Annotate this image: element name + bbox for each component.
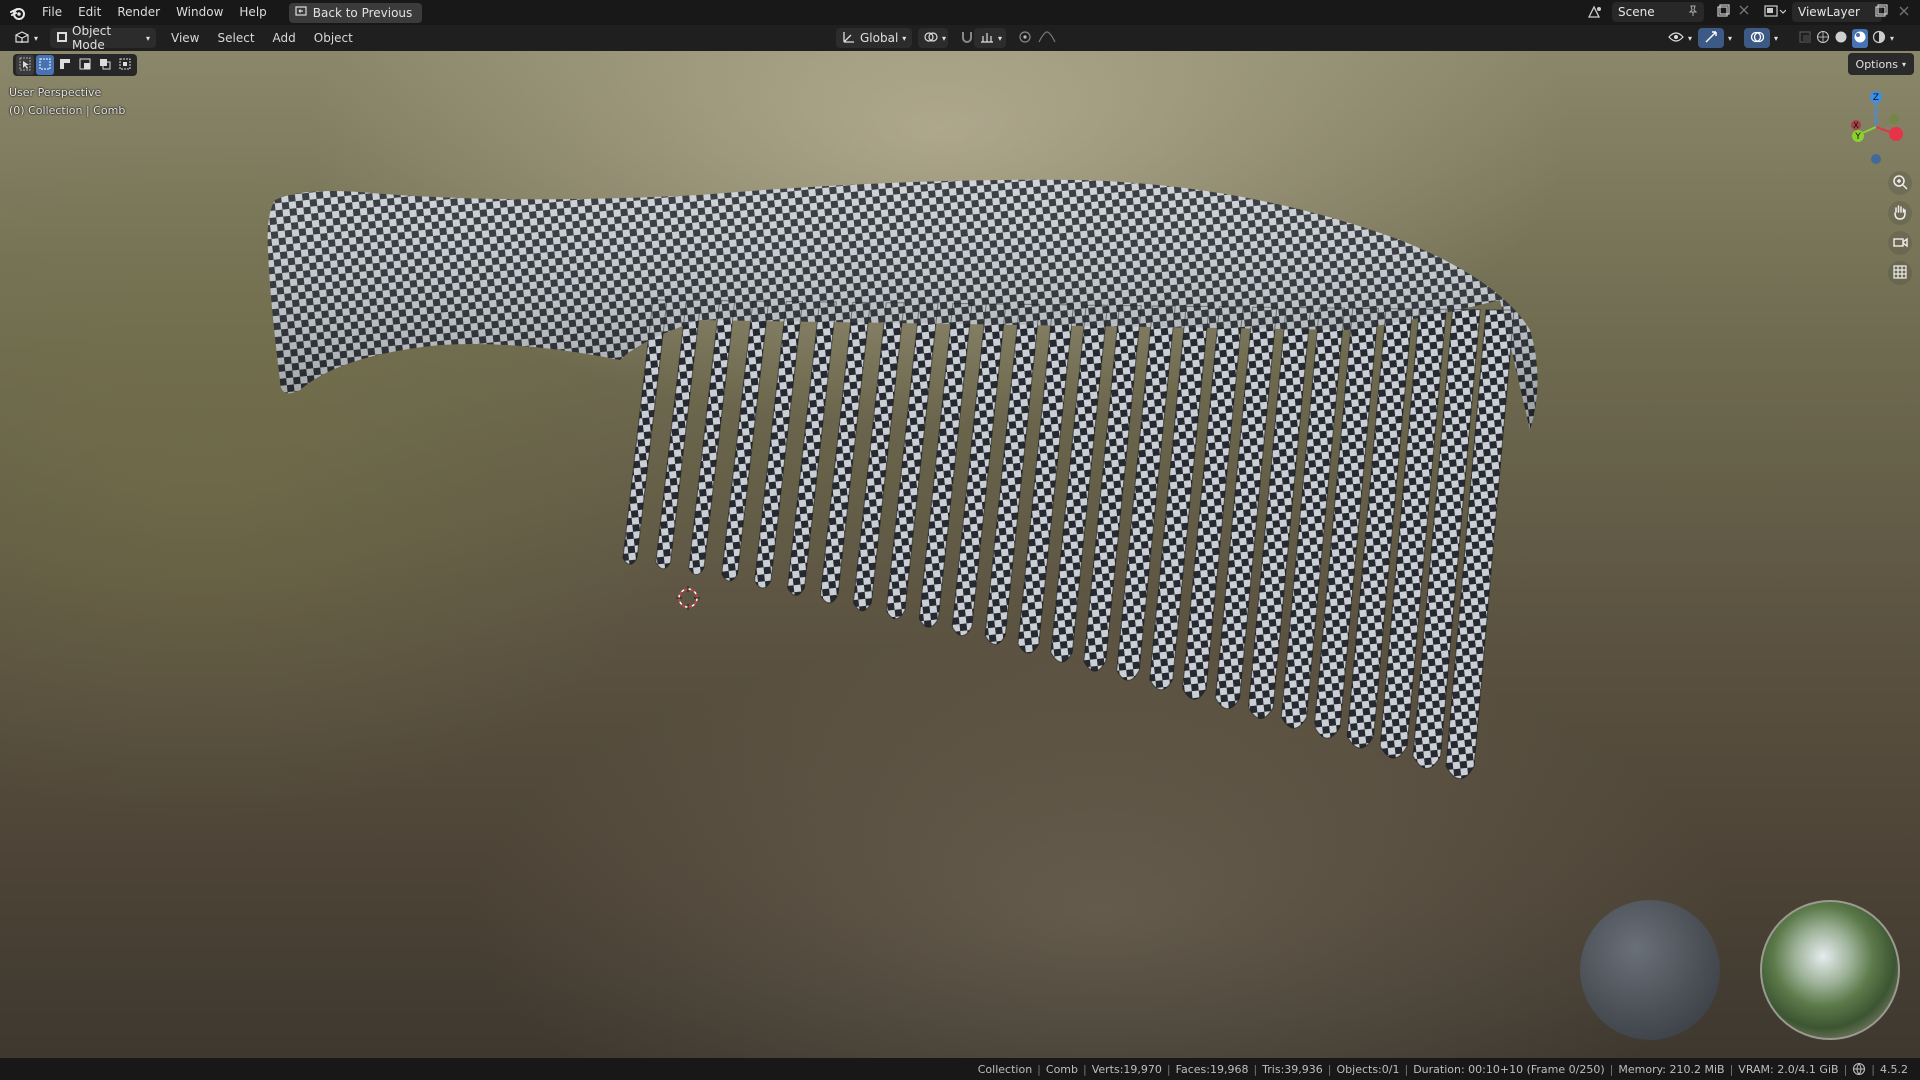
menu-render[interactable]: Render [109, 0, 168, 25]
status-object: Comb [1045, 1062, 1078, 1076]
status-vram: VRAM: 2.0/4.1 GiB [1738, 1062, 1839, 1076]
chevron-down-icon: ▾ [902, 33, 907, 43]
status-duration: Duration: 00:10+10 (Frame 0/250) [1413, 1062, 1605, 1076]
chevron-down-icon: ▾ [1728, 33, 1733, 43]
view-layer-selector[interactable]: ViewLayer [1792, 2, 1882, 22]
viewport-header: ▾ Object Mode ▾ View Select Add Object G… [0, 24, 1920, 52]
eye-icon [1668, 31, 1684, 46]
transform-orientation-dropdown[interactable]: Global ▾ [836, 28, 912, 48]
delete-scene-icon[interactable] [1738, 4, 1750, 19]
new-scene-icon[interactable] [1716, 4, 1730, 21]
back-to-previous-label: Back to Previous [312, 5, 413, 20]
status-separator: | [1166, 1062, 1171, 1076]
chevron-down-icon: ▾ [1688, 33, 1693, 43]
chevron-down-icon: ▾ [942, 33, 947, 43]
status-separator: | [1253, 1062, 1258, 1076]
snap-increment-icon [980, 31, 994, 46]
top-menu-bar: File Edit Render Window Help Back to Pre… [0, 0, 1920, 25]
menu-help[interactable]: Help [231, 0, 274, 25]
overlays-icon [1750, 30, 1765, 47]
view-layer-icon[interactable] [1764, 4, 1787, 21]
blender-logo-icon[interactable] [8, 3, 28, 23]
menu-view[interactable]: View [162, 31, 208, 45]
menu-file[interactable]: File [34, 0, 70, 25]
status-separator: | [1729, 1062, 1734, 1076]
selectability-visibility-dropdown[interactable]: ▾ [1662, 28, 1698, 48]
delete-view-layer-icon[interactable] [1898, 5, 1910, 20]
shading-mode-group: ▾ [1816, 28, 1912, 48]
material-preview-shading-icon[interactable] [1852, 28, 1868, 48]
scene-icon[interactable] [1584, 2, 1606, 22]
menu-select[interactable]: Select [209, 31, 264, 45]
status-separator: | [1871, 1062, 1875, 1076]
status-objects: Objects:0/1 [1336, 1062, 1400, 1076]
back-to-previous-button[interactable]: Back to Previous [288, 2, 423, 23]
status-faces: Faces:19,968 [1175, 1062, 1249, 1076]
3d-cursor-icon[interactable] [676, 586, 700, 610]
shading-chevron-down-icon[interactable]: ▾ [1890, 34, 1894, 43]
status-bar: Collection | Comb | Verts:19,970 | Faces… [0, 1058, 1920, 1080]
pivot-icon [924, 31, 938, 46]
network-icon[interactable] [1852, 1062, 1866, 1076]
status-separator: | [1609, 1062, 1614, 1076]
object-mode-label: Object Mode [72, 24, 112, 52]
material-preview-sphere [1580, 900, 1720, 1040]
chevron-down-icon: ▾ [998, 33, 1003, 43]
xray-icon [1798, 30, 1812, 47]
hdri-preview-sphere [1760, 900, 1900, 1040]
status-separator: | [1404, 1062, 1409, 1076]
snap-target-dropdown[interactable]: ▾ [974, 28, 1006, 48]
rendered-shading-icon[interactable] [1872, 30, 1886, 47]
status-version: 4.5.2 [1880, 1062, 1908, 1076]
status-memory: Memory: 210.2 MiB [1618, 1062, 1725, 1076]
3d-viewport[interactable]: User Perspective (0) Collection | Comb O… [0, 51, 1920, 1058]
menu-window[interactable]: Window [168, 0, 231, 25]
wireframe-shading-icon[interactable] [1816, 30, 1830, 47]
gizmo-dropdown[interactable]: ▾ [1722, 28, 1738, 48]
chevron-down-icon: ▾ [1774, 33, 1779, 43]
editor-type-button[interactable]: ▾ [8, 28, 44, 48]
gizmo-toggle[interactable] [1698, 28, 1724, 48]
status-separator: | [1843, 1062, 1848, 1076]
xray-toggle[interactable] [1792, 28, 1818, 48]
chevron-down-icon: ▾ [34, 33, 39, 43]
falloff-curve-icon [1038, 30, 1056, 46]
object-mode-icon [56, 31, 68, 46]
status-tris: Tris:39,936 [1262, 1062, 1323, 1076]
comb-teeth [622, 299, 1515, 780]
menu-edit[interactable]: Edit [70, 0, 109, 25]
status-separator: | [1083, 1062, 1087, 1076]
overlays-toggle[interactable] [1744, 28, 1770, 48]
view-layer-name: ViewLayer [1798, 5, 1860, 19]
orientation-icon [842, 30, 856, 47]
status-separator: | [1327, 1062, 1332, 1076]
status-verts: Verts:19,970 [1091, 1062, 1162, 1076]
magnet-icon [960, 30, 974, 47]
pin-icon[interactable] [1688, 5, 1698, 20]
orientation-label: Global [860, 31, 899, 45]
overlays-dropdown[interactable]: ▾ [1768, 28, 1784, 48]
menu-object[interactable]: Object [305, 31, 362, 45]
object-mode-dropdown[interactable]: Object Mode ▾ [50, 24, 157, 52]
new-view-layer-icon[interactable] [1874, 4, 1888, 21]
menu-add[interactable]: Add [264, 31, 305, 45]
status-collection: Collection [977, 1062, 1033, 1076]
scene-selector[interactable]: Scene [1612, 2, 1704, 22]
gizmo-icon [1704, 30, 1718, 47]
proportional-editing-icon [1018, 30, 1032, 47]
status-separator: | [1037, 1062, 1041, 1076]
3d-viewport-icon [14, 30, 30, 47]
scene-name: Scene [1618, 5, 1655, 19]
proportional-falloff-dropdown[interactable] [1032, 28, 1062, 48]
solid-shading-icon[interactable] [1834, 30, 1848, 47]
back-icon [295, 5, 307, 20]
pivot-point-dropdown[interactable]: ▾ [918, 28, 948, 48]
chevron-down-icon: ▾ [146, 33, 151, 43]
